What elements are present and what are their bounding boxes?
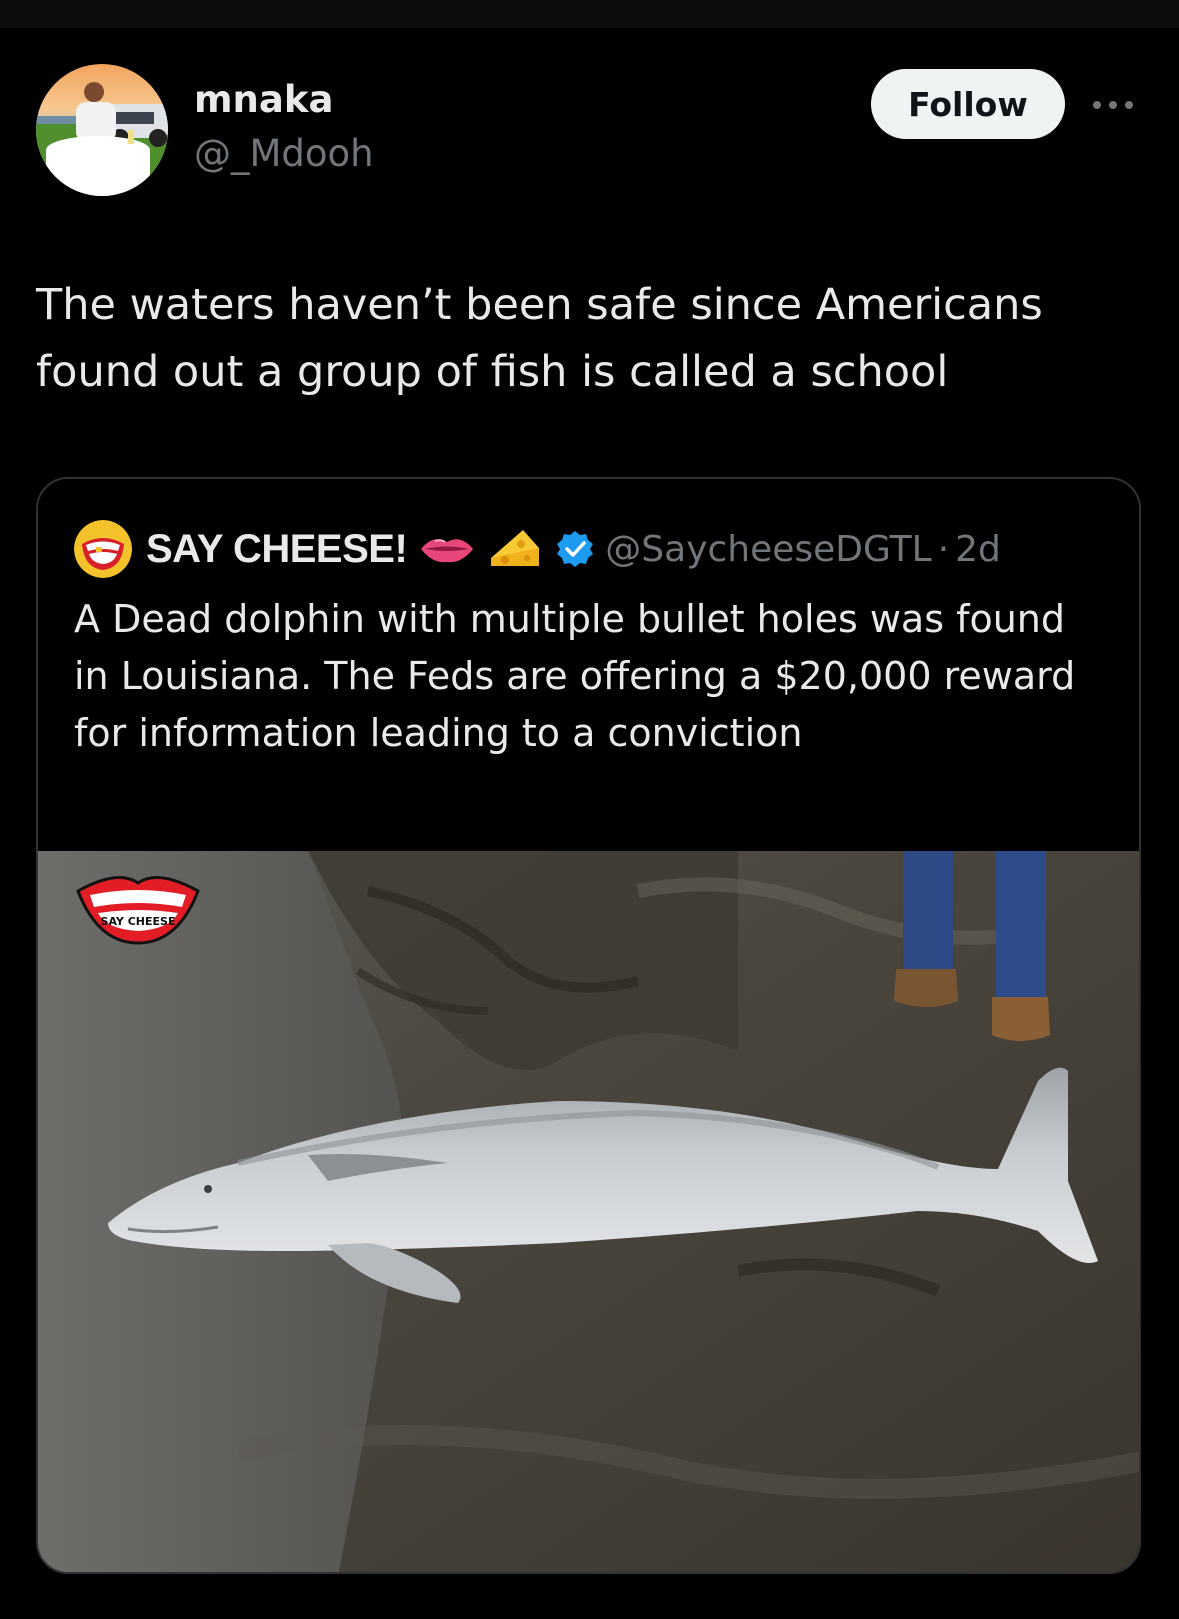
verified-badge-icon bbox=[557, 531, 594, 567]
quoted-author-name[interactable]: SAY CHEESE! bbox=[146, 527, 408, 572]
quoted-post-header: SAY CHEESE! @SaycheeseDGTL · 2d bbox=[74, 520, 1001, 578]
quoted-post-time[interactable]: 2d bbox=[955, 529, 1001, 570]
status-bar-strip bbox=[0, 0, 1179, 28]
meta-separator: · bbox=[937, 528, 950, 570]
post-text: The waters haven’t been safe since Ameri… bbox=[36, 280, 1043, 397]
author-avatar[interactable] bbox=[36, 64, 168, 196]
lips-emoji-icon bbox=[421, 539, 474, 563]
quoted-author-handle[interactable]: @SaycheeseDGTL bbox=[605, 529, 931, 570]
follow-button[interactable]: Follow bbox=[871, 69, 1065, 139]
cheese-emoji-icon bbox=[491, 530, 540, 566]
more-options-button[interactable] bbox=[1088, 88, 1138, 122]
author-name[interactable]: mnaka bbox=[194, 78, 333, 121]
quoted-post-text: A Dead dolphin with multiple bullet hole… bbox=[74, 597, 1076, 755]
author-handle[interactable]: @_Mdooh bbox=[194, 132, 374, 175]
quoted-post-photo[interactable]: SAY CHEESE bbox=[38, 851, 1141, 1574]
say-cheese-avatar[interactable] bbox=[74, 520, 132, 578]
more-horizontal-icon bbox=[1093, 101, 1133, 109]
svg-text:SAY CHEESE: SAY CHEESE bbox=[101, 915, 176, 928]
quoted-post-card[interactable]: SAY CHEESE! @SaycheeseDGTL · 2d A Dead d… bbox=[36, 477, 1141, 1574]
